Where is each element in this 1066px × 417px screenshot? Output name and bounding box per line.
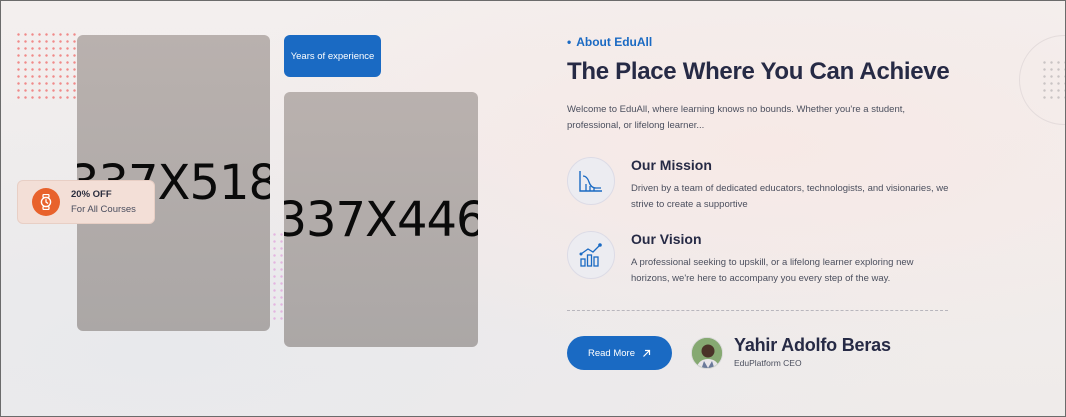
decorative-dots xyxy=(271,231,285,321)
watch-icon xyxy=(32,188,60,216)
section-heading: The Place Where You Can Achieve xyxy=(567,58,950,85)
offer-title: 20% OFF xyxy=(71,189,112,200)
avatar xyxy=(691,337,723,369)
author-role: EduPlatform CEO xyxy=(734,358,802,368)
about-section: 337X518 Years of experience 337X446 20% … xyxy=(0,0,1066,417)
divider xyxy=(567,310,948,311)
feature-title-mission: Our Mission xyxy=(631,157,712,173)
decorative-dots xyxy=(1041,59,1065,99)
author-name: Yahir Adolfo Beras xyxy=(734,335,891,355)
section-intro: Welcome to EduAll, where learning knows … xyxy=(567,104,906,131)
about-image-right: 337X446 xyxy=(284,92,478,347)
read-more-button[interactable]: Read More xyxy=(567,336,672,370)
author-block: Yahir Adolfo Beras EduPlatform CEO xyxy=(734,335,891,368)
arrow-up-right-icon xyxy=(642,349,651,358)
image-placeholder-label: 337X446 xyxy=(284,191,478,248)
decorative-dots xyxy=(15,31,77,99)
feature-title-vision: Our Vision xyxy=(631,231,702,247)
feature-desc-vision: A professional seeking to upskill, or a … xyxy=(631,257,914,284)
growth-chart-icon xyxy=(567,231,615,279)
offer-card: 20% OFF For All Courses xyxy=(17,180,155,224)
chart-icon xyxy=(567,157,615,205)
feature-desc-mission: Driven by a team of dedicated educators,… xyxy=(631,183,949,210)
read-more-label: Read More xyxy=(588,347,635,359)
section-eyebrow: About EduAll xyxy=(567,35,652,49)
offer-subtitle: For All Courses xyxy=(71,204,136,215)
experience-badge: Years of experience xyxy=(284,35,381,77)
